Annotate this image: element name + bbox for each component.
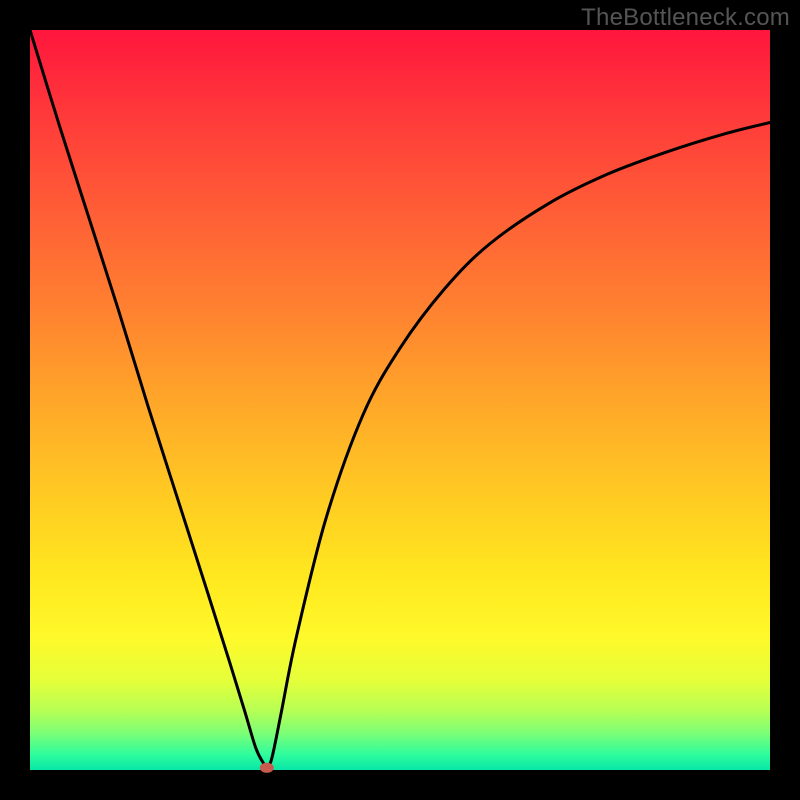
min-point-marker — [260, 763, 274, 773]
bottleneck-chart — [0, 0, 800, 800]
plot-background — [30, 30, 770, 770]
watermark-text: TheBottleneck.com — [581, 4, 790, 32]
chart-frame: TheBottleneck.com — [0, 0, 800, 800]
